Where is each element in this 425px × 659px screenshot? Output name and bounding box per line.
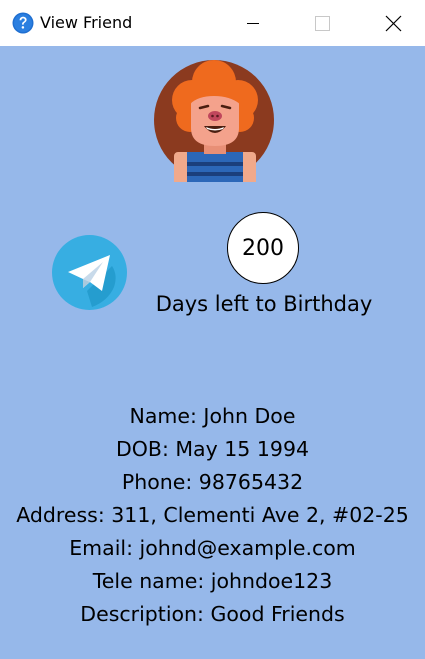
friend-info-list: Name: John Doe DOB: May 15 1994 Phone: 9… [0, 400, 425, 631]
maximize-icon [315, 16, 330, 31]
name-line: Name: John Doe [129, 404, 296, 428]
maximize-button[interactable] [299, 0, 345, 46]
tele-name-line: Tele name: johndoe123 [92, 569, 333, 593]
view-friend-window: View Friend 200 Days left to Birthday Na… [0, 0, 425, 659]
address-line: Address: 311, Clementi Ave 2, #02-25 [16, 503, 409, 527]
days-left-counter: 200 [227, 212, 299, 284]
window-title: View Friend [40, 13, 133, 32]
cartoon-avatar-icon [154, 60, 274, 182]
minimize-button[interactable] [230, 0, 276, 46]
help-question-icon [12, 12, 34, 34]
description-line: Description: Good Friends [80, 602, 345, 626]
minimize-icon [247, 23, 259, 24]
title-bar[interactable]: View Friend [0, 0, 425, 46]
dob-line: DOB: May 15 1994 [115, 437, 310, 461]
close-icon [385, 15, 402, 32]
phone-line: Phone: 98765432 [121, 470, 304, 494]
days-left-label: Days left to Birthday [155, 292, 373, 316]
email-line: Email: johnd@example.com [69, 536, 356, 560]
friend-details-panel: 200 Days left to Birthday Name: John Doe… [0, 46, 425, 659]
close-button[interactable] [370, 0, 416, 46]
